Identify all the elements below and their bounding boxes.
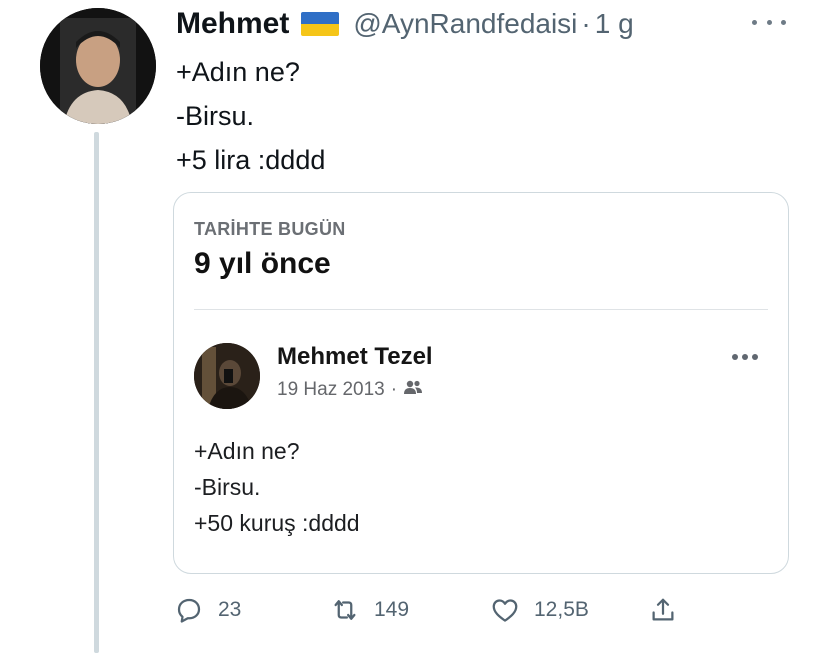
tweet-line: +5 lira :dddd xyxy=(176,145,326,175)
tweet-header: Mehmet @AynRandfedaisi · 1 g xyxy=(176,4,634,44)
tweet-line: -Birsu. xyxy=(176,101,255,131)
post-line: +50 kuruş :dddd xyxy=(194,510,360,536)
thread-line xyxy=(94,132,99,653)
retweet-count: 149 xyxy=(374,598,410,621)
memory-title: 9 yıl önce xyxy=(194,247,331,280)
tweet-text: +Adın ne? -Birsu. +5 lira :dddd xyxy=(176,50,325,182)
tweet-time[interactable]: 1 g xyxy=(595,8,634,40)
separator-dot: · xyxy=(581,8,591,39)
reply-icon xyxy=(177,598,201,623)
post-date[interactable]: 19 Haz 2013 xyxy=(277,379,385,401)
like-button[interactable]: 12,5B xyxy=(490,590,589,630)
separator-dot: · xyxy=(390,379,398,400)
reply-count: 23 xyxy=(218,598,242,621)
memory-card[interactable]: TARİHTE BUGÜN 9 yıl önce Mehmet Tezel 19… xyxy=(173,192,789,574)
author-handle[interactable]: @AynRandfedaisi xyxy=(353,8,577,40)
ukraine-flag-icon xyxy=(301,12,340,36)
share-icon xyxy=(652,598,674,621)
friends-icon xyxy=(403,379,423,401)
divider xyxy=(194,309,768,310)
tweet-actions: 23 149 12,5B xyxy=(174,590,714,630)
tweet-line: +Adın ne? xyxy=(176,57,300,87)
memory-eyebrow: TARİHTE BUGÜN xyxy=(194,219,346,239)
post-text: +Adın ne? -Birsu. +50 kuruş :dddd xyxy=(194,433,360,541)
post-meta: 19 Haz 2013 · xyxy=(277,379,423,401)
post-author-avatar[interactable] xyxy=(194,343,260,409)
like-icon xyxy=(492,599,518,622)
post-line: -Birsu. xyxy=(194,474,261,500)
author-avatar[interactable] xyxy=(40,8,156,124)
author-name[interactable]: Mehmet xyxy=(176,7,289,41)
share-button[interactable] xyxy=(648,590,678,630)
like-count: 12,5B xyxy=(534,598,589,621)
post-author-name[interactable]: Mehmet Tezel xyxy=(277,343,433,371)
post-line: +Adın ne? xyxy=(194,438,300,464)
retweet-button[interactable]: 149 xyxy=(330,590,409,630)
more-horizontal-icon[interactable] xyxy=(732,351,758,363)
more-horizontal-icon[interactable] xyxy=(752,10,786,34)
retweet-icon xyxy=(334,600,356,620)
reply-button[interactable]: 23 xyxy=(174,590,241,630)
